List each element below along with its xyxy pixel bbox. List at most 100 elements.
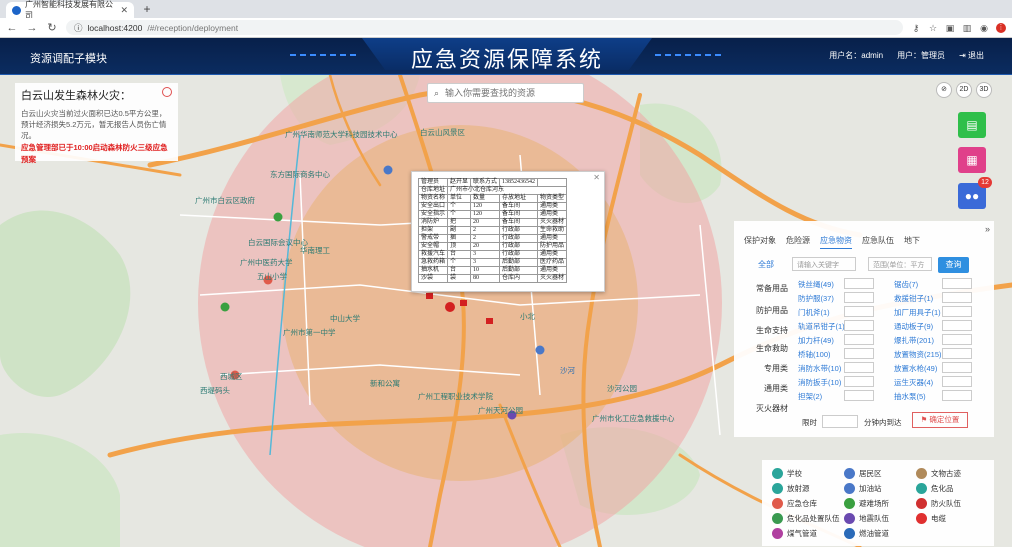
resource-item-link[interactable]: 铁丝绳(49) xyxy=(798,279,834,290)
incident-marker-icon[interactable] xyxy=(445,302,455,312)
legend-item[interactable]: 应急仓库 xyxy=(772,498,817,509)
flag-marker-icon[interactable] xyxy=(486,318,493,324)
resource-quantity-input[interactable] xyxy=(942,362,972,373)
resource-item-link[interactable]: 防护服(37) xyxy=(798,293,834,304)
legend-item[interactable]: 危化品 xyxy=(916,483,954,494)
resource-quantity-input[interactable] xyxy=(844,320,874,331)
key-icon[interactable]: ⚷ xyxy=(911,23,921,33)
legend-item[interactable]: 地震队伍 xyxy=(844,513,889,524)
legend-item[interactable]: 电缆 xyxy=(916,513,946,524)
resource-quantity-input[interactable] xyxy=(942,334,972,345)
sidebar-icon[interactable]: ▥ xyxy=(962,23,972,33)
tab-hazard-sources[interactable]: 危险源 xyxy=(786,235,810,249)
resource-quantity-input[interactable] xyxy=(844,362,874,373)
legend-item[interactable]: 居民区 xyxy=(844,468,882,479)
view-2d-button[interactable]: 2D xyxy=(956,82,972,98)
resource-item-link[interactable]: 轨道吊钳子(1) xyxy=(798,321,845,332)
tab-emergency-teams[interactable]: 应急队伍 xyxy=(862,235,894,249)
confirm-location-button[interactable]: ⚑ 确定位置 xyxy=(912,412,968,428)
resource-quantity-input[interactable] xyxy=(844,348,874,359)
menu-icon[interactable]: ⋮ xyxy=(996,22,1006,33)
resource-item-link[interactable]: 桥轴(100) xyxy=(798,349,831,360)
alert-icon[interactable] xyxy=(162,87,172,97)
new-tab-icon[interactable]: + xyxy=(140,2,154,16)
legend-item[interactable]: 煤气管道 xyxy=(772,528,817,539)
resource-quantity-input[interactable] xyxy=(942,306,972,317)
account-icon[interactable]: ◉ xyxy=(979,23,989,33)
filter-all-link[interactable]: 全部 xyxy=(758,259,774,270)
layer-toggle-icon[interactable]: ⊘ xyxy=(936,82,952,98)
resource-item-link[interactable]: 担架(2) xyxy=(798,391,822,402)
legend-item[interactable]: 燃油管道 xyxy=(844,528,889,539)
resource-quantity-input[interactable] xyxy=(844,306,874,317)
tab-protected-objects[interactable]: 保护对象 xyxy=(744,235,776,249)
logout-button[interactable]: ⇥ 退出 xyxy=(959,50,984,61)
flag-marker-icon[interactable] xyxy=(460,300,467,306)
resource-item-link[interactable]: 爆扎带(201) xyxy=(894,335,934,346)
resource-item-link[interactable]: 消防扳手(10) xyxy=(798,377,841,388)
flag-marker-icon[interactable] xyxy=(426,293,433,299)
map-view[interactable]: 广州华南师范大学科技园技术中心 白云山风景区 东方国际商务中心 广州市白云区政府… xyxy=(0,75,1012,547)
map-search-box[interactable]: ⌕ xyxy=(427,83,584,103)
keyword-input[interactable]: 请输入关键字 xyxy=(792,257,856,271)
table-cell: 灭火器材 xyxy=(537,274,568,283)
resource-item-link[interactable]: 加厂用具子(1) xyxy=(894,307,941,318)
legend-item[interactable]: 学校 xyxy=(772,468,802,479)
legend-item[interactable]: 危化品处置队伍 xyxy=(772,513,840,524)
search-input[interactable] xyxy=(445,88,566,98)
resource-item-link[interactable]: 抽水泵(5) xyxy=(894,391,926,402)
resource-quantity-input[interactable] xyxy=(844,376,874,387)
close-icon[interactable]: ✕ xyxy=(593,173,600,182)
resource-item-link[interactable]: 救援钳子(1) xyxy=(894,293,933,304)
legend-item[interactable]: 防火队伍 xyxy=(916,498,961,509)
resource-item-link[interactable]: 门机斧(1) xyxy=(798,307,830,318)
extension-icon[interactable]: ▣ xyxy=(945,23,955,33)
star-icon[interactable]: ☆ xyxy=(928,23,938,33)
resource-item-link[interactable]: 消防水带(10) xyxy=(798,363,841,374)
resource-quantity-input[interactable] xyxy=(942,348,972,359)
table-cell: 行政部 xyxy=(499,226,539,235)
time-limit-input[interactable] xyxy=(822,415,858,428)
resource-quantity-input[interactable] xyxy=(942,376,972,387)
browser-tab[interactable]: 广州智能科技发展有限公司 ✕ xyxy=(6,0,134,20)
legend-item[interactable]: 文物古迹 xyxy=(916,468,961,479)
legend-item[interactable]: 避难场所 xyxy=(844,498,889,509)
legend-item[interactable]: 放射源 xyxy=(772,483,810,494)
url-field[interactable]: ⓘ localhost:4200 /#/reception/deployment xyxy=(66,20,903,35)
report-button[interactable]: ▤ xyxy=(958,112,986,138)
resource-quantity-input[interactable] xyxy=(844,292,874,303)
forward-icon[interactable]: → xyxy=(26,22,38,34)
resource-quantity-input[interactable] xyxy=(844,334,874,345)
table-cell: 单位 xyxy=(447,194,472,203)
table-cell: 安全帽 xyxy=(417,242,449,251)
reload-icon[interactable]: ↻ xyxy=(46,21,58,34)
shelter-icon[interactable] xyxy=(273,212,283,222)
resource-item-link[interactable]: 加力杆(49) xyxy=(798,335,834,346)
resource-quantity-input[interactable] xyxy=(844,278,874,289)
resource-quantity-input[interactable] xyxy=(942,292,972,303)
resource-quantity-input[interactable] xyxy=(942,390,972,401)
back-icon[interactable]: ← xyxy=(6,22,18,34)
resource-quantity-input[interactable] xyxy=(844,390,874,401)
note-button[interactable]: ▦ xyxy=(958,147,986,173)
view-3d-button[interactable]: 3D xyxy=(976,82,992,98)
collapse-icon[interactable]: » xyxy=(985,224,990,234)
resource-item-link[interactable]: 放置物资(215) xyxy=(894,349,942,360)
tab-emergency-supplies[interactable]: 应急物资 xyxy=(820,235,852,249)
tab-close-icon[interactable]: ✕ xyxy=(120,5,128,16)
resource-item-link[interactable]: 运生灭器(4) xyxy=(894,377,933,388)
range-input[interactable]: 范围(单位：平方 xyxy=(868,257,932,271)
residential-icon[interactable] xyxy=(535,345,545,355)
residential-icon[interactable] xyxy=(383,165,393,175)
table-cell: 联系方式 xyxy=(470,178,501,187)
shelter-icon[interactable] xyxy=(220,302,230,312)
resource-quantity-input[interactable] xyxy=(942,320,972,331)
resource-item-link[interactable]: 通动板子(9) xyxy=(894,321,933,332)
legend-item[interactable]: 加油站 xyxy=(844,483,882,494)
resource-item-link[interactable]: 锯齿(7) xyxy=(894,279,918,290)
resource-quantity-input[interactable] xyxy=(942,278,972,289)
query-button[interactable]: 查询 xyxy=(938,257,969,273)
tab-underground[interactable]: 地下 xyxy=(904,235,920,249)
table-row: 安全出口个 120 备车间 通用类 xyxy=(417,202,568,211)
resource-item-link[interactable]: 放置水枪(49) xyxy=(894,363,937,374)
